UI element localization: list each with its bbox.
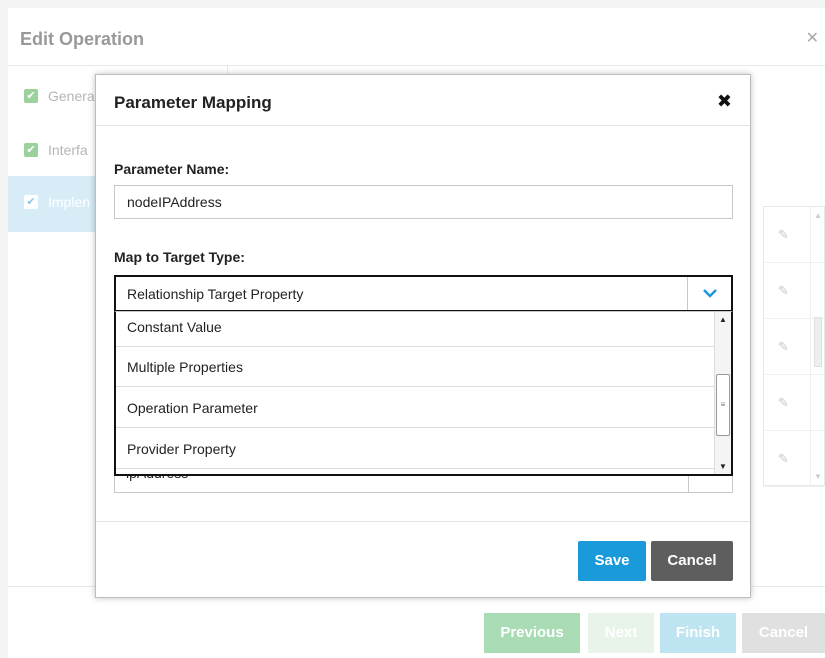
- next-button[interactable]: Next: [588, 613, 654, 653]
- edit-pencil-icon[interactable]: ✎: [778, 451, 789, 467]
- scroll-thumb[interactable]: ≡: [716, 374, 730, 436]
- option-constant-value[interactable]: Constant Value: [116, 310, 714, 347]
- scroll-thumb[interactable]: [814, 317, 822, 367]
- option-multiple-properties[interactable]: Multiple Properties: [116, 347, 714, 387]
- parameter-name-input[interactable]: nodeIPAddress: [114, 185, 733, 219]
- dropdown-scrollbar[interactable]: ▲ ≡ ▼: [714, 312, 731, 474]
- edit-pencil-icon[interactable]: ✎: [778, 395, 789, 411]
- dialog-title: Parameter Mapping: [114, 93, 272, 112]
- close-icon[interactable]: ✖: [717, 91, 732, 112]
- map-to-target-type-label: Map to Target Type:: [114, 249, 245, 265]
- parameter-mapping-dialog: Parameter Mapping ✖ Parameter Name: node…: [95, 74, 751, 598]
- option-provider-property[interactable]: Provider Property: [116, 429, 714, 469]
- previous-button[interactable]: Previous: [484, 613, 580, 653]
- cancel-button[interactable]: Cancel: [651, 541, 733, 581]
- checkbox-checked-icon: ✔: [24, 89, 38, 103]
- edit-pencil-icon[interactable]: ✎: [778, 227, 789, 243]
- checkbox-checked-icon: ✔: [24, 143, 38, 157]
- save-button[interactable]: Save: [578, 541, 646, 581]
- mapping-table: ✎ ✎ ✎ ✎ ✎ ▲ ▼: [763, 206, 825, 487]
- edit-pencil-icon[interactable]: ✎: [778, 339, 789, 355]
- parameter-name-label: Parameter Name:: [114, 161, 230, 177]
- dialog-footer: Save Cancel: [96, 521, 750, 597]
- selected-target-type: Relationship Target Property: [127, 286, 304, 302]
- target-value-select[interactable]: ipAddress: [114, 473, 733, 493]
- step-label: Implen: [48, 194, 91, 210]
- step-label: Genera: [48, 88, 95, 104]
- scroll-down-icon[interactable]: ▼: [719, 462, 727, 471]
- checkbox-checked-icon: ✔: [24, 195, 38, 209]
- wizard-cancel-button[interactable]: Cancel: [742, 613, 825, 653]
- target-type-dropdown-list: Constant Value Multiple Properties Opera…: [114, 311, 733, 476]
- edit-pencil-icon[interactable]: ✎: [778, 283, 789, 299]
- table-scrollbar[interactable]: ▲ ▼: [810, 207, 824, 485]
- wizard-title: Edit Operation: [20, 29, 145, 49]
- dialog-header: Parameter Mapping ✖: [96, 75, 750, 126]
- step-label: Interfa: [48, 142, 88, 158]
- chevron-down-icon[interactable]: [687, 277, 731, 310]
- target-type-select[interactable]: Relationship Target Property: [114, 275, 733, 312]
- wizard-close-icon[interactable]: ✕: [806, 28, 819, 48]
- option-operation-parameter[interactable]: Operation Parameter: [116, 388, 714, 428]
- scroll-up-icon[interactable]: ▲: [814, 211, 822, 220]
- finish-button[interactable]: Finish: [660, 613, 736, 653]
- scroll-up-icon[interactable]: ▲: [719, 315, 727, 324]
- scroll-down-icon[interactable]: ▼: [814, 472, 822, 481]
- wizard-header: Edit Operation ✕: [8, 8, 825, 66]
